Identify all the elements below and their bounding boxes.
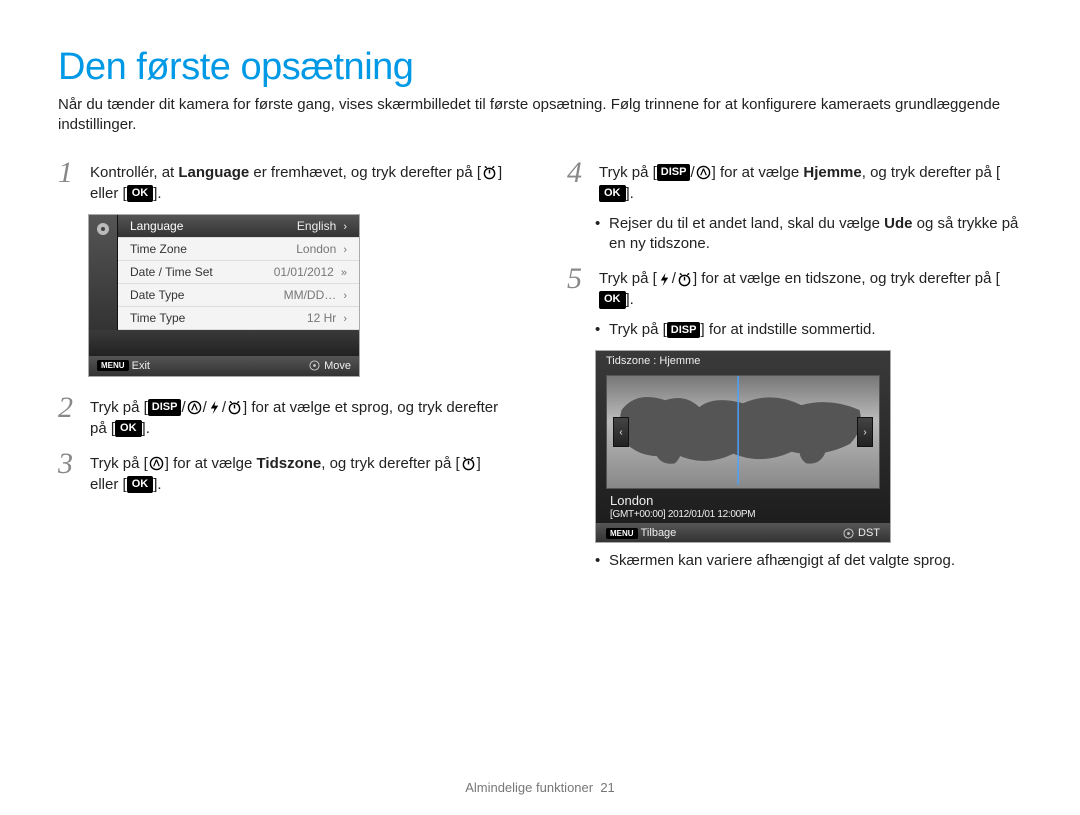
menu-sidebar: [89, 215, 118, 330]
timezone-map-screenshot: Tidszone : Hjemme ‹ › London [GMT+00:00]…: [595, 350, 891, 543]
ok-icon: OK: [599, 185, 626, 202]
map-left-arrow: ‹: [613, 417, 629, 447]
self-timer-icon: [677, 272, 692, 287]
ok-icon: OK: [127, 185, 154, 202]
step-number: 2: [58, 393, 78, 439]
manual-page: Den første opsætning Når du tænder dit k…: [0, 0, 1080, 815]
two-columns: 1 Kontrollér, at Language er fremhævet, …: [58, 158, 1022, 582]
ok-icon: OK: [115, 420, 142, 437]
menu-row: LanguageEnglish ›: [118, 215, 359, 238]
left-column: 1 Kontrollér, at Language er fremhævet, …: [58, 158, 513, 582]
step-3: 3 Tryk på [] for at vælge Tidszone, og t…: [58, 449, 513, 495]
step-body: Tryk på [/] for at vælge en tidszone, og…: [599, 264, 1022, 310]
menu-footer: MENU Exit Move: [89, 356, 359, 376]
step-4-note: Rejser du til et andet land, skal du væl…: [595, 214, 1022, 255]
page-title: Den første opsætning: [58, 46, 1022, 89]
language-bold: Language: [178, 164, 249, 181]
disp-icon: DISP: [148, 399, 182, 416]
step-1: 1 Kontrollér, at Language er fremhævet, …: [58, 158, 513, 204]
disp-icon: DISP: [657, 164, 691, 181]
step-number: 4: [567, 158, 587, 204]
step-5: 5 Tryk på [/] for at vælge en tidszone, …: [567, 264, 1022, 310]
macro-icon: [149, 456, 164, 471]
step-5-note: Tryk på [DISP] for at indstille sommerti…: [595, 320, 1022, 340]
step-number: 1: [58, 158, 78, 204]
hjemme-bold: Hjemme: [803, 164, 861, 181]
flash-icon: [208, 400, 221, 415]
flash-icon: [658, 272, 671, 287]
move-icon: [309, 360, 320, 371]
ok-icon: OK: [127, 476, 154, 493]
step-number: 3: [58, 449, 78, 495]
tidszone-bold: Tidszone: [257, 455, 322, 472]
gear-icon: [95, 221, 111, 237]
map-location: London: [610, 493, 876, 508]
menu-row: Date TypeMM/DD… ›: [118, 284, 359, 307]
settings-menu-screenshot: LanguageEnglish ›Time ZoneLondon ›Date /…: [88, 214, 360, 377]
step-body: Tryk på [DISP/] for at vælge Hjemme, og …: [599, 158, 1022, 204]
self-timer-icon: [227, 400, 242, 415]
menu-row: Time ZoneLondon ›: [118, 238, 359, 261]
ok-icon: OK: [599, 291, 626, 308]
world-silhouette: [607, 376, 879, 485]
step-body: Kontrollér, at Language er fremhævet, og…: [90, 158, 513, 204]
map-right-arrow: ›: [857, 417, 873, 447]
step-4: 4 Tryk på [DISP/] for at vælge Hjemme, o…: [567, 158, 1022, 204]
menu-button-icon: MENU: [606, 528, 638, 539]
map-title: Tidszone : Hjemme: [596, 351, 890, 371]
self-timer-icon: [461, 456, 476, 471]
menu-gap: [89, 330, 359, 356]
step-number: 5: [567, 264, 587, 310]
macro-icon: [187, 400, 202, 415]
world-map: ‹ ›: [606, 375, 880, 489]
final-note: Skærmen kan variere afhængigt af det val…: [595, 551, 1022, 571]
intro-paragraph: Når du tænder dit kamera for første gang…: [58, 95, 1022, 136]
step-body: Tryk på [DISP///] for at vælge et sprog,…: [90, 393, 513, 439]
dst-icon: [843, 528, 854, 539]
menu-row: Date / Time Set01/01/2012 »: [118, 261, 359, 284]
map-subline: [GMT+00:00] 2012/01/01 12:00PM: [610, 509, 876, 520]
right-column: 4 Tryk på [DISP/] for at vælge Hjemme, o…: [567, 158, 1022, 582]
step-2: 2 Tryk på [DISP///] for at vælge et spro…: [58, 393, 513, 439]
page-footer: Almindelige funktioner 21: [0, 780, 1080, 795]
self-timer-icon: [482, 165, 497, 180]
menu-button-icon: MENU: [97, 360, 129, 371]
menu-row: Time Type12 Hr ›: [118, 307, 359, 330]
disp-icon: DISP: [667, 322, 701, 339]
step-body: Tryk på [] for at vælge Tidszone, og try…: [90, 449, 513, 495]
menu-rows: LanguageEnglish ›Time ZoneLondon ›Date /…: [118, 215, 359, 330]
map-footer: MENU Tilbage DST: [596, 523, 890, 542]
macro-icon: [696, 165, 711, 180]
